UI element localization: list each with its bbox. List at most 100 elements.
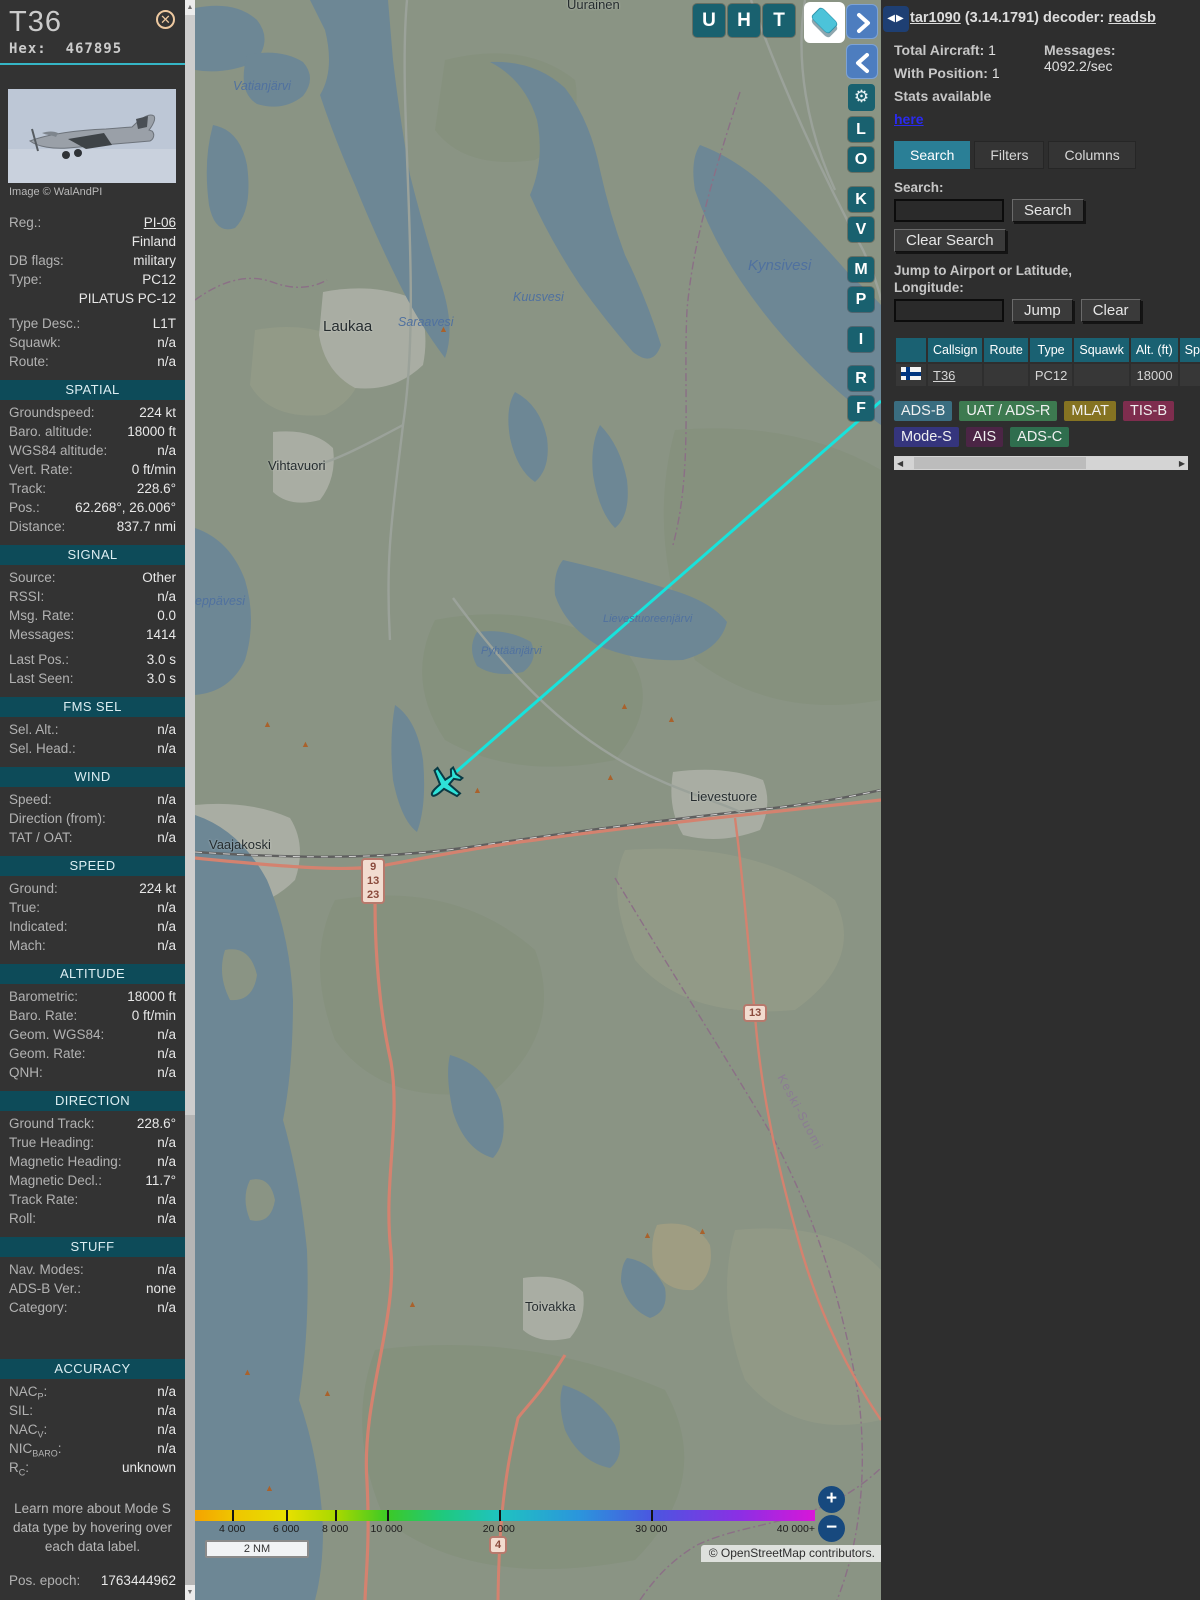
data-row: Indicated: n/a — [9, 919, 176, 934]
search-button[interactable]: Search — [1012, 199, 1084, 222]
aircraft-photo — [8, 89, 176, 183]
h-scrollbar-thumb[interactable] — [914, 457, 1086, 469]
source-badge[interactable]: ADS-B — [894, 401, 953, 421]
scroll-up-icon[interactable]: ▲ — [185, 0, 195, 15]
row-speed — [1179, 364, 1200, 386]
source-badge[interactable]: Mode-S — [894, 427, 959, 447]
map-top-buttons: UHT — [693, 4, 795, 37]
jump-input[interactable] — [894, 299, 1004, 322]
collapse-left-button[interactable] — [846, 44, 878, 79]
stats-available-text: Stats available — [894, 88, 992, 104]
map-toggle-button[interactable]: U — [693, 4, 725, 37]
data-row: Baro. altitude: 18000 ft — [9, 424, 176, 439]
table-horizontal-scrollbar[interactable]: ◀ ▶ — [894, 456, 1188, 470]
map-option-button[interactable]: R — [848, 366, 874, 391]
table-header-cell[interactable]: Squawk — [1074, 338, 1129, 362]
map-toggle-button[interactable]: H — [728, 4, 760, 37]
road-shield: 4 — [489, 1536, 508, 1554]
data-row: Distance: 837.7 nmi — [9, 519, 176, 534]
map-option-button[interactable]: F — [848, 396, 874, 421]
data-row: Ground Track: 228.6° — [9, 1116, 176, 1131]
table-header-row: CallsignRouteTypeSquawkAlt. (ft)Spd. — [896, 338, 1200, 362]
table-header-cell[interactable]: Callsign — [928, 338, 983, 362]
data-row: True: n/a — [9, 900, 176, 915]
jump-button[interactable]: Jump — [1012, 299, 1073, 322]
layer-switcher-button[interactable] — [804, 2, 845, 43]
table-header-cell[interactable]: Type — [1029, 338, 1073, 362]
peak-icon — [439, 325, 448, 334]
expand-right-button[interactable] — [846, 4, 878, 39]
data-row: RSSI: n/a — [9, 589, 176, 604]
aircraft-callsign-title: T36 — [9, 6, 62, 38]
map-option-button[interactable]: V — [848, 217, 874, 242]
panel-collapse-button[interactable]: ◀▶ — [883, 6, 909, 32]
source-badge[interactable]: MLAT — [1064, 401, 1116, 421]
sidebar-scrollbar[interactable]: ▲ ▼ — [185, 0, 195, 1600]
map-option-button[interactable]: P — [848, 287, 874, 312]
map-option-button[interactable]: K — [848, 187, 874, 212]
panel-tab[interactable]: Filters — [974, 141, 1045, 169]
zoom-out-button[interactable]: − — [818, 1515, 845, 1542]
data-row: Source: Other — [9, 570, 176, 585]
peak-icon — [263, 720, 272, 729]
scale-bar: 2 NM — [205, 1540, 309, 1558]
peak-icon — [667, 715, 676, 724]
scroll-right-icon[interactable]: ▶ — [1179, 457, 1185, 470]
row-altitude: 18000 — [1130, 364, 1178, 386]
data-row: Geom. WGS84: n/a — [9, 1027, 176, 1042]
peak-icon — [243, 1368, 252, 1377]
peak-icon — [620, 702, 629, 711]
peak-icon — [408, 1300, 417, 1309]
data-row: Roll: n/a — [9, 1211, 176, 1226]
data-row: Type: PC12 — [9, 272, 176, 287]
row-squawk — [1074, 364, 1129, 386]
readsb-link[interactable]: readsb — [1108, 10, 1156, 26]
peak-icon — [323, 1389, 332, 1398]
road-shield: 9 13 23 — [361, 858, 386, 904]
tar1090-link[interactable]: tar1090 — [910, 10, 961, 26]
data-row: Reg.: PI-06 — [9, 215, 176, 230]
app-version-header: tar1090 (3.14.1791) decoder: readsb — [910, 10, 1156, 26]
close-icon[interactable]: ✕ — [156, 10, 175, 29]
map-letter-buttons: LOKVMPIRF — [848, 117, 874, 426]
map-option-button[interactable]: O — [848, 147, 874, 172]
zoom-in-button[interactable]: + — [818, 1486, 845, 1513]
search-input[interactable] — [894, 199, 1004, 222]
stats-here-link[interactable]: here — [894, 111, 924, 127]
scrollbar-thumb[interactable] — [185, 15, 195, 1115]
source-badge[interactable]: TIS-B — [1123, 401, 1175, 421]
aircraft-hex: Hex: 467895 — [9, 41, 123, 57]
chevron-left-icon — [856, 53, 869, 73]
table-header-cell[interactable]: Route — [984, 338, 1028, 362]
scroll-down-icon[interactable]: ▼ — [185, 1585, 195, 1600]
table-row[interactable]: T36 PC12 18000 — [896, 364, 1200, 386]
source-badge[interactable]: ADS-C — [1010, 427, 1070, 447]
table-header-cell[interactable] — [896, 338, 926, 362]
aircraft-info-rows: Reg.: PI-06 Finland DB flags: military T… — [0, 215, 185, 373]
table-header-cell[interactable]: Alt. (ft) — [1130, 338, 1178, 362]
map-canvas[interactable]: Uurainen Vatianjärvi Laukaa Saraavesi Kuusve… — [195, 0, 881, 1600]
map-option-button[interactable]: L — [848, 117, 874, 142]
panel-tab[interactable]: Search — [894, 141, 971, 169]
source-badge[interactable]: AIS — [965, 427, 1004, 447]
data-row: Groundspeed: 224 kt — [9, 405, 176, 420]
settings-button[interactable]: ⚙ — [848, 84, 875, 111]
clear-search-button[interactable]: Clear Search — [894, 229, 1006, 252]
row-callsign[interactable]: T36 — [928, 364, 983, 386]
data-row: Barometric: 18000 ft — [9, 989, 176, 1004]
section-altitude: ALTITUDE Barometric: 18000 ft Baro. Rate… — [0, 964, 185, 1084]
map-toggle-button[interactable]: T — [763, 4, 795, 37]
map-option-button[interactable]: I — [848, 327, 874, 352]
map-option-button[interactable]: M — [848, 257, 874, 282]
peak-icon — [606, 773, 615, 782]
table-header-cell[interactable]: Spd. — [1179, 338, 1200, 362]
scroll-left-icon[interactable]: ◀ — [897, 457, 903, 470]
source-badge[interactable]: UAT / ADS-R — [959, 401, 1058, 421]
data-row: PILATUS PC-12 — [78, 291, 176, 306]
map-attribution: © OpenStreetMap contributors. — [700, 1545, 881, 1562]
panel-tab[interactable]: Columns — [1048, 141, 1136, 169]
data-row: TAT / OAT: n/a — [9, 830, 176, 845]
pos-epoch-row: Pos. epoch: 1763444962 — [9, 1573, 176, 1588]
data-row: Magnetic Decl.: 11.7° — [9, 1173, 176, 1188]
jump-clear-button[interactable]: Clear — [1080, 299, 1141, 322]
